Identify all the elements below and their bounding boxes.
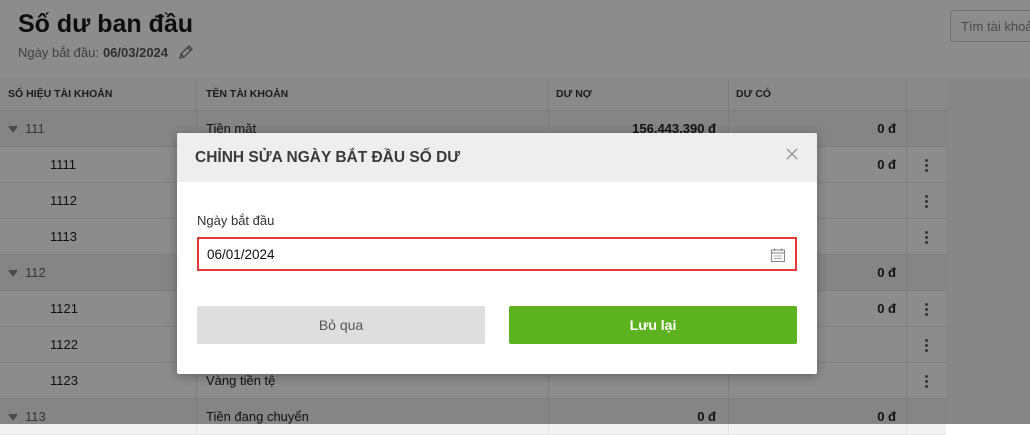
page: Số dư ban đầu Ngày bắt đầu: 06/03/2024 T… (0, 0, 1030, 435)
start-date-input[interactable] (207, 239, 747, 269)
start-date-field[interactable] (197, 237, 797, 271)
start-date-field-label: Ngày bắt đầu (197, 213, 275, 228)
edit-start-date-dialog: CHỈNH SỬA NGÀY BẮT ĐẦU SỐ DƯ Ngày bắt đầ… (177, 133, 817, 374)
dialog-title: CHỈNH SỬA NGÀY BẮT ĐẦU SỐ DƯ (195, 149, 461, 166)
close-icon[interactable] (785, 147, 799, 161)
calendar-icon[interactable] (770, 247, 786, 263)
save-button[interactable]: Lưu lại (509, 306, 797, 344)
dialog-header: CHỈNH SỬA NGÀY BẮT ĐẦU SỐ DƯ (177, 133, 817, 182)
cancel-button[interactable]: Bỏ qua (197, 306, 485, 344)
